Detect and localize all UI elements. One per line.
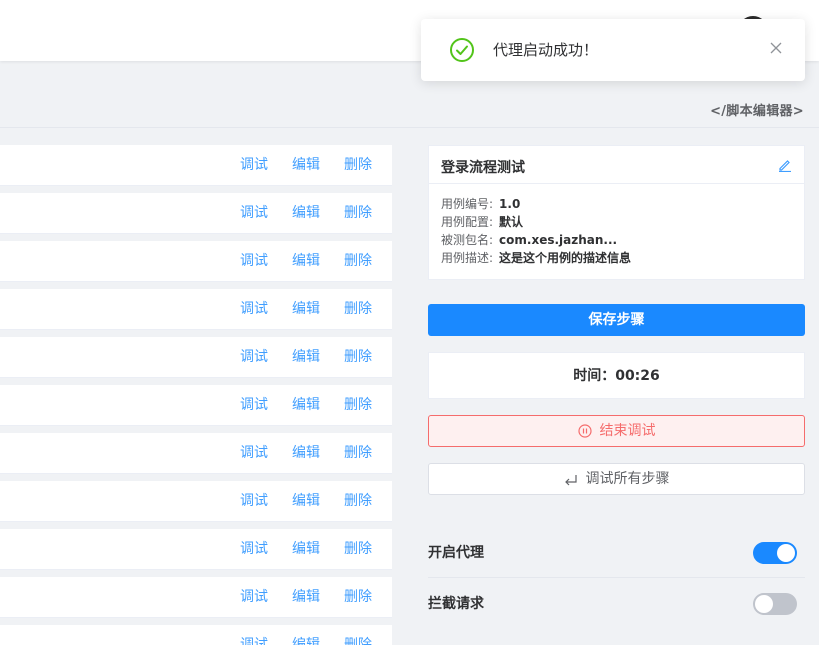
step-row: 调试 编辑 删除 — [0, 241, 392, 282]
delete-step-button[interactable]: 删除 — [344, 588, 372, 606]
delete-step-button[interactable]: 删除 — [344, 396, 372, 414]
case-field-description: 用例描述: 这是这个用例的描述信息 — [441, 251, 632, 265]
debug-step-button[interactable]: 调试 — [240, 636, 268, 645]
step-row: 调试 编辑 删除 — [0, 385, 392, 426]
debug-all-steps-button[interactable]: 调试所有步骤 — [428, 463, 805, 495]
delete-step-button[interactable]: 删除 — [344, 540, 372, 558]
case-field-config: 用例配置: 默认 — [441, 215, 524, 229]
success-toast: 代理启动成功！ — [421, 19, 805, 81]
step-row: 调试 编辑 删除 — [0, 193, 392, 234]
step-row: 调试 编辑 删除 — [0, 433, 392, 474]
script-editor-link[interactable]: </脚本编辑器> — [710, 100, 804, 119]
intercept-setting-label: 拦截请求 — [428, 596, 484, 612]
debug-timer: 时间：00:26 — [428, 352, 805, 399]
case-info-card: 登录流程测试 用例编号: 1.0 用例配置: 默认 被测包名: com.xes.jaz… — [428, 145, 805, 280]
debug-all-label: 调试所有步骤 — [585, 471, 670, 487]
edit-step-button[interactable]: 编辑 — [292, 252, 320, 270]
step-row: 调试 编辑 删除 — [0, 577, 392, 618]
debug-step-button[interactable]: 调试 — [240, 300, 268, 318]
edit-step-button[interactable]: 编辑 — [292, 348, 320, 366]
edit-step-button[interactable]: 编辑 — [292, 396, 320, 414]
delete-step-button[interactable]: 删除 — [344, 492, 372, 510]
edit-step-button[interactable]: 编辑 — [292, 444, 320, 462]
close-icon[interactable] — [769, 41, 783, 55]
delete-step-button[interactable]: 删除 — [344, 348, 372, 366]
debug-step-button[interactable]: 调试 — [240, 396, 268, 414]
debug-step-button[interactable]: 调试 — [240, 348, 268, 366]
debug-step-button[interactable]: 调试 — [240, 444, 268, 462]
intercept-toggle[interactable] — [753, 593, 797, 615]
edit-step-button[interactable]: 编辑 — [292, 204, 320, 222]
divider — [0, 127, 819, 128]
edit-icon[interactable] — [778, 158, 792, 172]
stop-debug-button[interactable]: 结束调试 — [428, 415, 805, 447]
step-row: 调试 编辑 删除 — [0, 625, 392, 645]
step-row: 调试 编辑 删除 — [0, 289, 392, 330]
edit-step-button[interactable]: 编辑 — [292, 492, 320, 510]
delete-step-button[interactable]: 删除 — [344, 444, 372, 462]
step-row: 调试 编辑 删除 — [0, 529, 392, 570]
save-steps-button[interactable]: 保存步骤 — [428, 304, 805, 336]
card-header: 登录流程测试 — [429, 146, 804, 184]
step-row: 调试 编辑 删除 — [0, 337, 392, 378]
debug-step-button[interactable]: 调试 — [240, 588, 268, 606]
delete-step-button[interactable]: 删除 — [344, 204, 372, 222]
edit-step-button[interactable]: 编辑 — [292, 636, 320, 645]
enter-arrow-icon — [564, 475, 577, 486]
toast-message: 代理启动成功！ — [493, 41, 599, 59]
toggle-knob — [777, 544, 795, 562]
debug-step-button[interactable]: 调试 — [240, 156, 268, 174]
toggle-knob — [755, 595, 773, 613]
debug-step-button[interactable]: 调试 — [240, 204, 268, 222]
edit-step-button[interactable]: 编辑 — [292, 300, 320, 318]
edit-step-button[interactable]: 编辑 — [292, 156, 320, 174]
case-field-package: 被测包名: com.xes.jazhan... — [441, 233, 618, 247]
step-row: 调试 编辑 删除 — [0, 145, 392, 186]
delete-step-button[interactable]: 删除 — [344, 252, 372, 270]
proxy-setting-label: 开启代理 — [428, 545, 484, 561]
delete-step-button[interactable]: 删除 — [344, 636, 372, 645]
divider — [428, 577, 805, 578]
delete-step-button[interactable]: 删除 — [344, 156, 372, 174]
edit-step-button[interactable]: 编辑 — [292, 540, 320, 558]
stop-debug-label: 结束调试 — [599, 423, 656, 439]
delete-step-button[interactable]: 删除 — [344, 300, 372, 318]
debug-step-button[interactable]: 调试 — [240, 540, 268, 558]
case-title: 登录流程测试 — [441, 160, 525, 176]
debug-step-button[interactable]: 调试 — [240, 252, 268, 270]
case-field-id: 用例编号: 1.0 — [441, 197, 521, 211]
proxy-toggle[interactable] — [753, 542, 797, 564]
step-row: 调试 编辑 删除 — [0, 481, 392, 522]
debug-step-button[interactable]: 调试 — [240, 492, 268, 510]
check-circle-icon — [450, 38, 474, 62]
edit-step-button[interactable]: 编辑 — [292, 588, 320, 606]
pause-circle-icon — [577, 424, 592, 438]
